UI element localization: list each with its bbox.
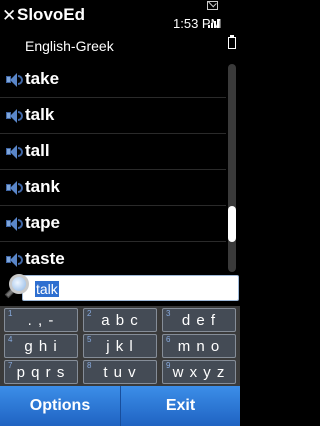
key-label: p q r s: [16, 364, 66, 381]
key-2[interactable]: 2 a b c: [83, 308, 157, 332]
speaker-icon[interactable]: [6, 217, 24, 231]
key-4[interactable]: 4 g h i: [4, 334, 78, 358]
list-item-word: tank: [25, 177, 60, 196]
list-item[interactable]: tank: [0, 170, 226, 206]
list-item[interactable]: take: [0, 62, 226, 98]
key-6[interactable]: 6 m n o: [162, 334, 236, 358]
key-label: . , -: [27, 312, 55, 329]
key-7[interactable]: 7 p q r s: [4, 360, 78, 384]
speaker-icon[interactable]: [6, 109, 24, 123]
list-item-word: talk: [25, 105, 55, 124]
key-label: g h i: [24, 338, 58, 355]
word-list: take talk tall tank tape taste: [0, 62, 226, 272]
key-label: m n o: [177, 338, 221, 355]
dictionary-name: English-Greek: [25, 38, 114, 54]
key-label: j k l: [106, 338, 134, 355]
key-label: t u v: [103, 364, 137, 381]
list-item-word: tape: [25, 213, 60, 232]
list-item-word: taste: [25, 249, 65, 268]
search-input[interactable]: talk: [22, 275, 239, 301]
magnifier-icon: [3, 274, 31, 302]
key-5[interactable]: 5 j k l: [83, 334, 157, 358]
key-1[interactable]: 1 . , -: [4, 308, 78, 332]
virtual-keypad: 1 . , - 2 a b c 3 d e f 4 g h i 5 j k l …: [0, 306, 240, 386]
exit-button[interactable]: Exit: [121, 386, 240, 426]
speaker-icon[interactable]: [6, 73, 24, 87]
scrollbar-thumb[interactable]: [228, 206, 236, 242]
key-9[interactable]: 9 w x y z: [162, 360, 236, 384]
key-3[interactable]: 3 d e f: [162, 308, 236, 332]
list-item[interactable]: tape: [0, 206, 226, 242]
list-item[interactable]: tall: [0, 134, 226, 170]
softkey-bar: Options Exit: [0, 386, 240, 426]
battery-icon: [228, 35, 236, 49]
search-input-value: talk: [35, 281, 59, 297]
options-button[interactable]: Options: [0, 386, 120, 426]
search-bar: talk: [0, 272, 240, 304]
key-label: a b c: [101, 312, 139, 329]
list-item-word: tall: [25, 141, 50, 160]
speaker-icon[interactable]: [6, 145, 24, 159]
app-title: SlovoEd: [17, 5, 86, 24]
list-item-word: take: [25, 69, 60, 88]
close-icon[interactable]: ✕: [2, 7, 16, 25]
key-label: w x y z: [172, 364, 226, 381]
speaker-icon[interactable]: [6, 181, 24, 195]
clock-time: 1:53 PM: [173, 16, 222, 31]
key-8[interactable]: 8 t u v: [83, 360, 157, 384]
status-bar: ✕ SlovoEd English-Greek 1:53 PM: [0, 0, 240, 62]
speaker-icon[interactable]: [6, 253, 24, 267]
message-icon: [207, 1, 218, 10]
list-item[interactable]: talk: [0, 98, 226, 134]
key-label: d e f: [181, 312, 217, 329]
